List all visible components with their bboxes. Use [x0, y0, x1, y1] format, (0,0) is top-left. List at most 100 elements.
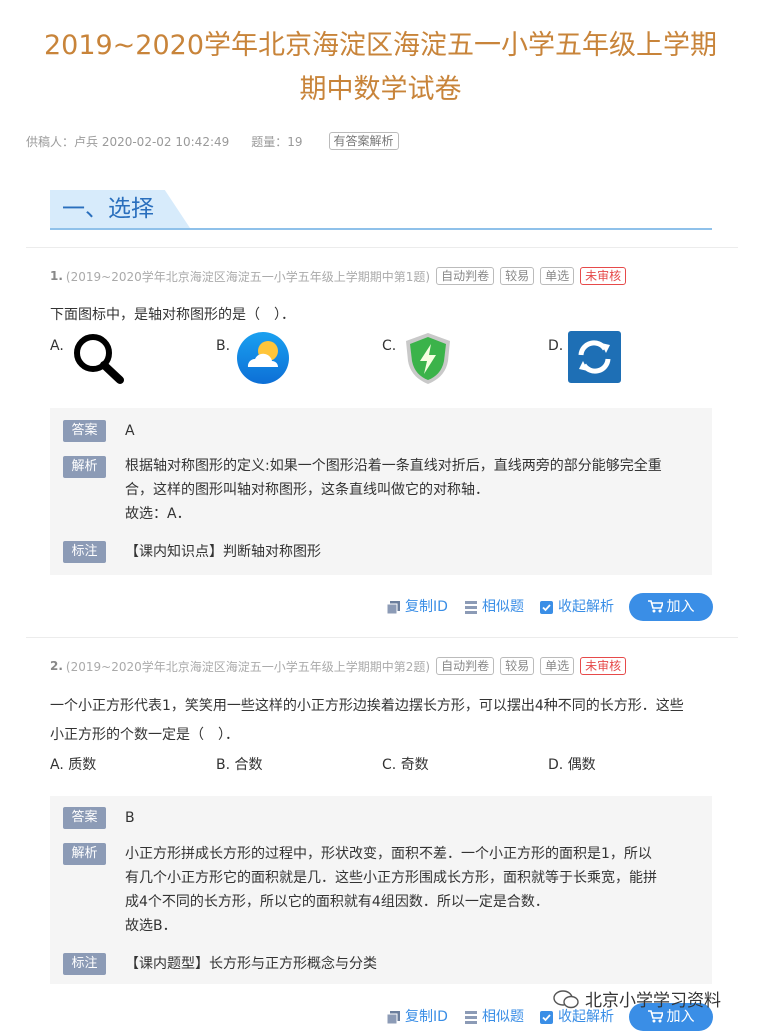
analysis-line: 合，这样的图形叫轴对称图形，这条直线叫做它的对称轴． [125, 482, 489, 498]
question-text-line: 一个小正方形代表1，笑笑用一些这样的小正方形边挨着边摆长方形，可以摆出4种不同的… [50, 698, 684, 714]
question-actions: 复制ID 相似题 收起解析 加入 [0, 593, 761, 621]
tag-difficulty: 较易 [500, 657, 535, 675]
list-icon [465, 1010, 477, 1024]
option-letter: B. [216, 338, 231, 354]
shield-lightning-icon [406, 333, 450, 384]
question-header: 1. (2019~2020学年北京海淀区海淀五一小学五年级上学期期中第1题) 自… [50, 267, 627, 285]
option-text: 质数 [68, 757, 97, 773]
similar-button[interactable]: 相似题 [465, 593, 524, 621]
refresh-icon [568, 331, 621, 383]
page-title-line1: 2019~2020学年北京海淀区海淀五一小学五年级上学期 [43, 30, 718, 61]
cart-icon [647, 1010, 664, 1023]
similar-label: 相似题 [482, 599, 524, 615]
divider [26, 247, 738, 248]
answer-panel: 答案 A 解析 根据轴对称图形的定义:如果一个图形沿着一条直线对折后，直线两旁的… [50, 408, 712, 575]
section-header: 一、选择 [50, 190, 712, 230]
tag-type: 单选 [540, 657, 575, 675]
question-text: 一个小正方形代表1，笑笑用一些这样的小正方形边挨着边摆长方形，可以摆出4种不同的… [50, 692, 720, 750]
similar-label: 相似题 [482, 1009, 524, 1025]
collapse-label: 收起解析 [558, 599, 614, 615]
tag-type: 单选 [540, 267, 575, 285]
weather-icon [237, 332, 289, 384]
tag-difficulty: 较易 [500, 267, 535, 285]
magnifier-icon [74, 334, 124, 384]
cart-icon [647, 600, 664, 613]
copy-id-label: 复制ID [405, 1009, 448, 1025]
analysis-text: 根据轴对称图形的定义:如果一个图形沿着一条直线对折后，直线两旁的部分能够完全重 … [125, 454, 705, 526]
wechat-icon [553, 989, 579, 1008]
analysis-line: 有几个小正方形它的面积就是几．这些小正方形围成长方形，面积就等于长乘宽，能拼 [125, 870, 657, 886]
similar-button[interactable]: 相似题 [465, 1003, 524, 1031]
answer-value: A [125, 423, 135, 439]
note-text: 【课内题型】长方形与正方形概念与分类 [125, 956, 377, 972]
page-title-line2: 期中数学试卷 [299, 74, 462, 105]
note-pill: 标注 [63, 953, 106, 975]
note-pill: 标注 [63, 541, 106, 563]
option-letter: A. [50, 338, 64, 354]
question-header: 2. (2019~2020学年北京海淀区海淀五一小学五年级上学期期中第2题) 自… [50, 657, 627, 675]
divider [26, 637, 738, 638]
answer-pill: 答案 [63, 420, 106, 442]
checkbox-checked-icon [540, 1010, 553, 1024]
option-text: 奇数 [400, 757, 429, 773]
analysis-line: 故选B． [125, 918, 177, 934]
analysis-pill: 解析 [63, 456, 106, 478]
section-label: 一、选择 [62, 196, 154, 222]
analysis-line: 成4个不同的长方形，所以它的面积就有4组因数．所以一定是合数． [125, 894, 549, 910]
option-letter: A. [50, 757, 64, 773]
option-letter: D. [548, 757, 564, 773]
analysis-text: 小正方形拼成长方形的过程中，形状改变，面积不差．一个小正方形的面积是1，所以 有… [125, 842, 705, 938]
option-c[interactable]: C. [382, 336, 396, 356]
answer-value: B [125, 810, 135, 826]
add-label: 加入 [666, 1009, 695, 1025]
option-b[interactable]: B. [216, 336, 230, 356]
analysis-line: 根据轴对称图形的定义:如果一个图形沿着一条直线对折后，直线两旁的部分能够完全重 [125, 458, 662, 474]
option-text: 偶数 [567, 757, 596, 773]
add-button[interactable]: 加入 [629, 593, 713, 621]
watermark: 北京小学学习资料 [553, 986, 721, 1011]
answer-panel: 答案 B 解析 小正方形拼成长方形的过程中，形状改变，面积不差．一个小正方形的面… [50, 796, 712, 984]
section-underline [50, 228, 712, 230]
tag-unreviewed: 未审核 [580, 657, 627, 675]
option-letter: C. [382, 338, 397, 354]
tag-auto-grade: 自动判卷 [436, 267, 495, 285]
option-b[interactable]: B. 合数 [216, 755, 263, 775]
answer-tag: 有答案解析 [328, 132, 399, 150]
question-text: 下面图标中，是轴对称图形的是（ ）． [50, 307, 295, 323]
option-letter: D. [548, 338, 564, 354]
paper-meta: 供稿人：卢兵 2020-02-02 10:42:49 题量：19 有答案解析 [26, 132, 399, 150]
page-title: 2019~2020学年北京海淀区海淀五一小学五年级上学期 期中数学试卷 [0, 24, 761, 112]
copy-id-button[interactable]: 复制ID [387, 593, 448, 621]
checkbox-checked-icon [540, 600, 553, 614]
question-count: 题量：19 [251, 134, 303, 149]
copy-icon [387, 600, 400, 614]
note-text: 【课内知识点】判断轴对称图形 [125, 544, 321, 560]
copy-id-label: 复制ID [405, 599, 448, 615]
tag-unreviewed: 未审核 [580, 267, 627, 285]
tag-auto-grade: 自动判卷 [436, 657, 495, 675]
question-text-line: 小正方形的个数一定是（ ）． [50, 727, 239, 743]
collapse-analysis-toggle[interactable]: 收起解析 [540, 593, 614, 621]
copy-id-button[interactable]: 复制ID [387, 1003, 448, 1031]
option-d[interactable]: D. 偶数 [548, 755, 596, 775]
option-d[interactable]: D. [548, 336, 563, 356]
option-c[interactable]: C. 奇数 [382, 755, 429, 775]
watermark-text: 北京小学学习资料 [585, 991, 721, 1011]
question-number: 1. [50, 269, 63, 283]
option-letter: C. [382, 757, 397, 773]
analysis-line: 故选：A． [125, 506, 191, 522]
analysis-pill: 解析 [63, 843, 106, 865]
add-label: 加入 [666, 599, 695, 615]
list-icon [465, 600, 477, 614]
option-a[interactable]: A. [50, 336, 64, 356]
analysis-line: 小正方形拼成长方形的过程中，形状改变，面积不差．一个小正方形的面积是1，所以 [125, 846, 652, 862]
question-source: (2019~2020学年北京海淀区海淀五一小学五年级上学期期中第1题) [65, 269, 431, 284]
copy-icon [387, 1010, 400, 1024]
option-a[interactable]: A. 质数 [50, 755, 96, 775]
question-source: (2019~2020学年北京海淀区海淀五一小学五年级上学期期中第2题) [65, 659, 431, 674]
answer-pill: 答案 [63, 807, 106, 829]
option-letter: B. [216, 757, 231, 773]
question-number: 2. [50, 659, 63, 673]
option-text: 合数 [234, 757, 263, 773]
author-date: 供稿人：卢兵 2020-02-02 10:42:49 [26, 134, 230, 149]
